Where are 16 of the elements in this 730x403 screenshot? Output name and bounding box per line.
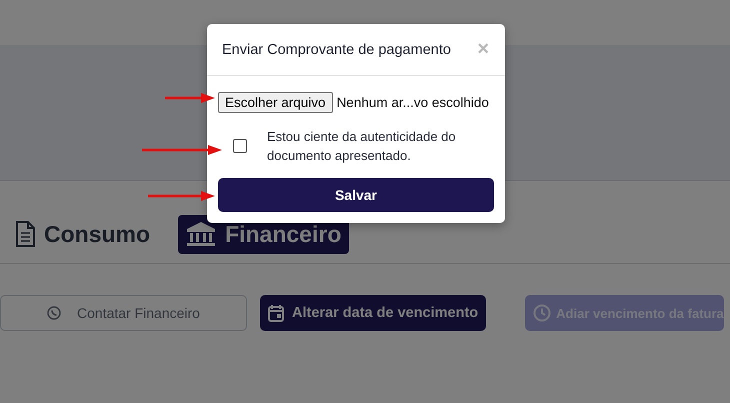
checkbox-label: Estou ciente da autenticidade do documento apresentado. bbox=[267, 128, 457, 165]
calendar-icon bbox=[268, 304, 284, 322]
checkbox[interactable] bbox=[233, 139, 247, 153]
modal-title: Enviar Comprovante de pagamento bbox=[222, 42, 451, 58]
tab[interactable]: Consumo bbox=[15, 214, 150, 254]
clock-icon bbox=[533, 304, 552, 322]
choose-file-button[interactable]: Escolher arquivo bbox=[218, 92, 333, 113]
document-icon bbox=[15, 221, 35, 247]
action-button[interactable]: Contatar Financeiro bbox=[0, 295, 247, 331]
bank-icon bbox=[186, 221, 216, 247]
arrow bbox=[165, 92, 215, 104]
save-button[interactable]: Salvar bbox=[218, 178, 494, 212]
arrow bbox=[148, 190, 215, 202]
chat-phone-icon bbox=[47, 306, 62, 320]
file-status: Nenhum ar...vo escolhido bbox=[336, 95, 489, 110]
action-button[interactable]: Alterar data de vencimento bbox=[260, 295, 486, 331]
